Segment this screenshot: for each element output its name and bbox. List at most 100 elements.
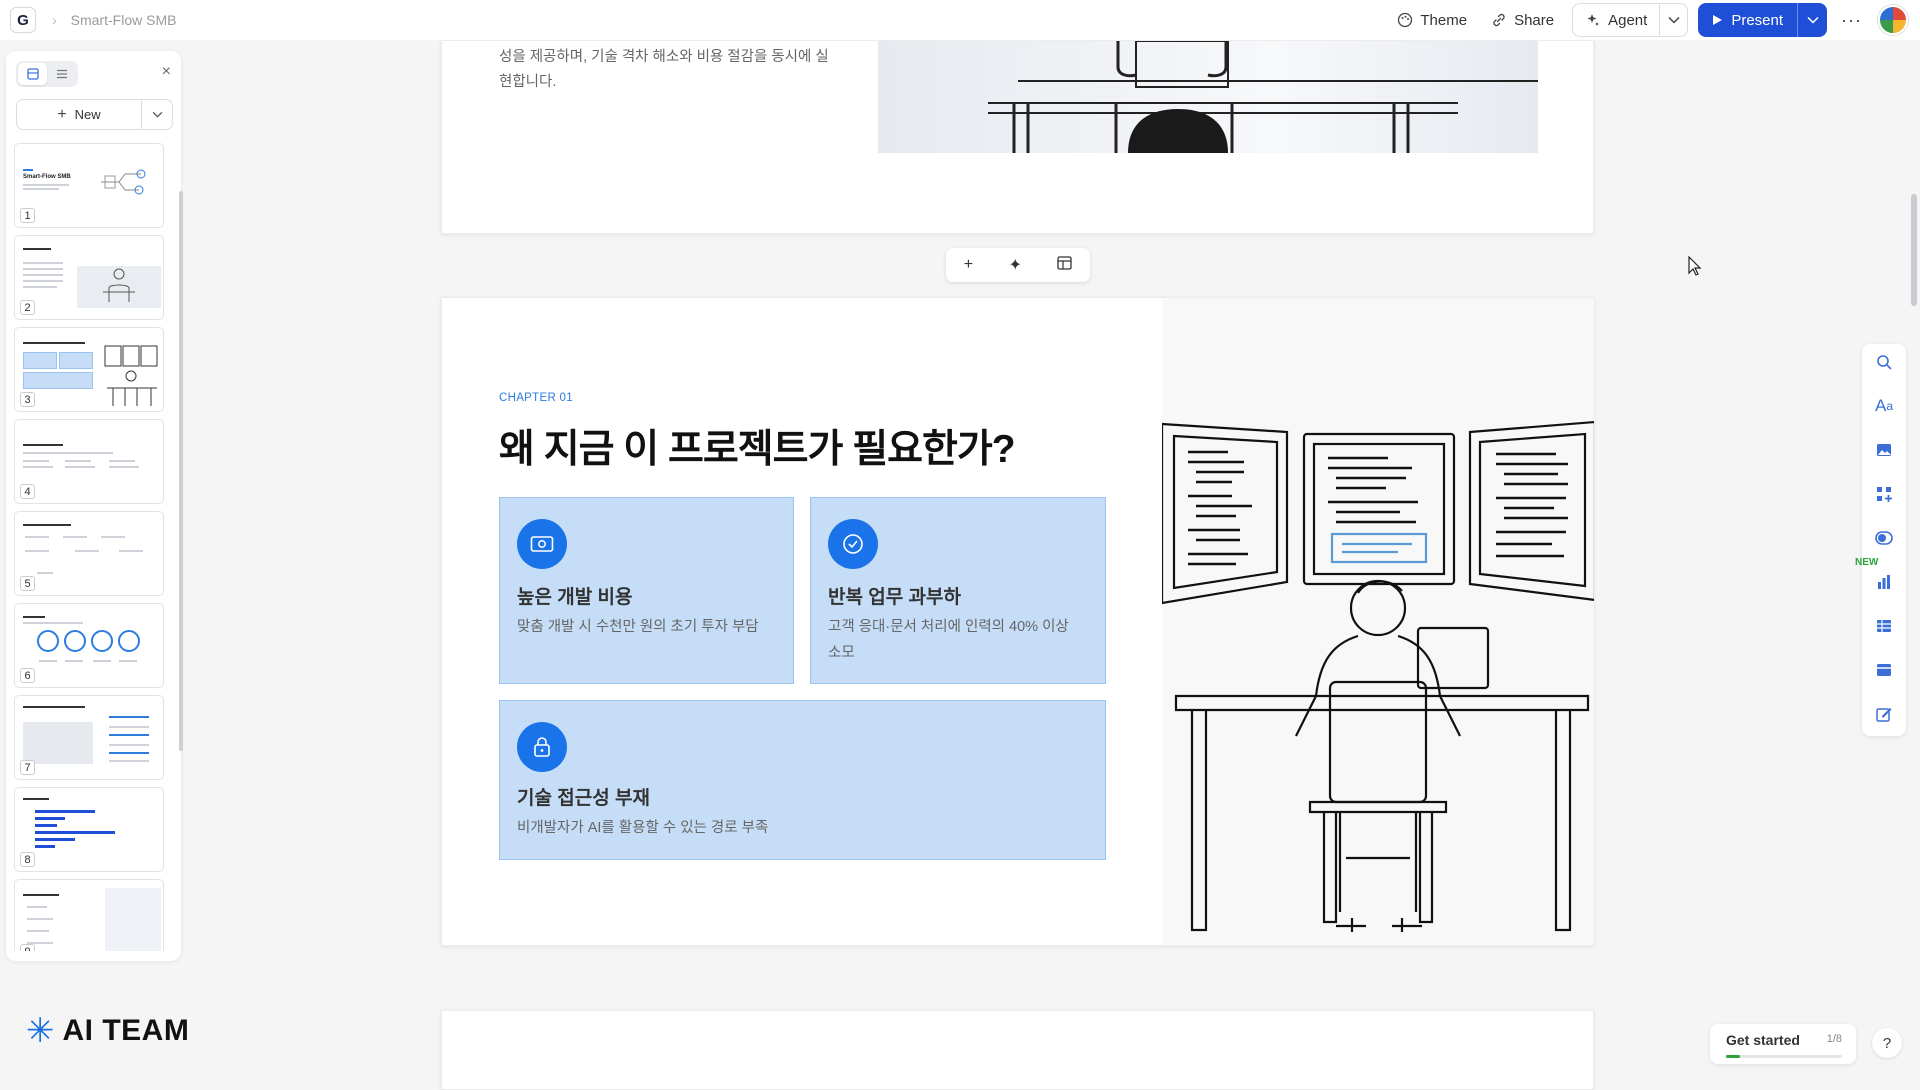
new-slide-button[interactable]: + New [17, 100, 142, 129]
reason-card-2[interactable]: 반복 업무 과부하 고객 응대·문서 처리에 인력의 40% 이상 소모 [810, 497, 1106, 684]
edit-icon[interactable] [1862, 700, 1906, 728]
reason-card-1[interactable]: 높은 개발 비용 맞춤 개발 시 수천만 원의 초기 투자 부담 [499, 497, 794, 684]
thumb-text-line [27, 918, 53, 920]
sparkle-icon [1587, 14, 1600, 26]
thumb-title-bar [23, 706, 85, 708]
slide-text-line: 현합니다. [499, 74, 557, 90]
card-title: 반복 업무 과부하 [828, 587, 961, 608]
thumb-text-line [109, 460, 135, 462]
grid-view-button[interactable] [18, 63, 47, 85]
help-button[interactable]: ? [1872, 1028, 1902, 1058]
panel-scrollbar[interactable] [179, 191, 183, 751]
thumb-text-line [119, 660, 137, 662]
search-icon[interactable] [1862, 348, 1906, 376]
plus-icon: + [57, 105, 67, 123]
layout-block-icon[interactable] [1862, 656, 1906, 684]
view-toggle [16, 61, 78, 87]
thumb-text-line [23, 622, 83, 624]
user-avatar[interactable] [1878, 5, 1908, 35]
more-options-button[interactable]: ··· [1841, 10, 1862, 31]
slide-thumbnail-2[interactable]: 2 [14, 235, 164, 320]
thumb-text-line [23, 274, 63, 276]
slide-number: 6 [20, 668, 35, 683]
chevron-down-icon [1668, 16, 1680, 24]
thumb-text-line [23, 280, 63, 282]
ai-generate-icon[interactable]: ✦ [1008, 255, 1021, 275]
share-button[interactable]: Share [1479, 4, 1566, 36]
slide-2[interactable]: 성을 제공하며, 기술 격차 해소와 비용 절감을 동시에 실 현합니다. [441, 40, 1594, 234]
progress-fill [1726, 1055, 1740, 1058]
list-view-button[interactable] [47, 63, 76, 85]
share-label: Share [1514, 11, 1555, 29]
thumb-title-bar [23, 524, 71, 526]
thumb-text-line [109, 734, 149, 736]
get-started-progress [1726, 1055, 1842, 1058]
slide-number: 9 [20, 944, 35, 951]
slide-illustration[interactable] [1160, 298, 1597, 945]
present-label: Present [1731, 11, 1784, 29]
thumb-text-line [109, 466, 139, 468]
close-panel-icon[interactable]: × [162, 63, 171, 81]
thumb-text-line [23, 268, 63, 270]
slide-thumbnail-9[interactable]: 9 [14, 879, 164, 951]
slide-thumbnail-8[interactable]: 8 [14, 787, 164, 872]
slide-4[interactable] [441, 1010, 1594, 1090]
slide-thumbnail-5[interactable]: 5 [14, 511, 164, 596]
slide-number: 7 [20, 760, 35, 775]
thumb-text-line [25, 550, 49, 552]
canvas-scrollbar[interactable] [1911, 194, 1917, 306]
card-description: 비개발자가 AI를 활용할 수 있는 경로 부족 [517, 820, 769, 836]
slide-image[interactable] [878, 40, 1538, 153]
slide-thumbnail-1[interactable]: Smart-Flow SMB 1 [14, 143, 164, 228]
agent-label: Agent [1608, 11, 1648, 29]
add-slide-icon[interactable]: + [964, 256, 973, 274]
thumb-title-bar [23, 894, 59, 896]
chapter-label: CHAPTER 01 [499, 392, 573, 404]
chart-icon[interactable] [1862, 568, 1906, 596]
thumb-text-line [93, 660, 111, 662]
slide-headline: 왜 지금 이 프로젝트가 필요한가? [499, 428, 1016, 471]
text-style-icon[interactable]: Aa [1862, 392, 1906, 420]
agent-dropdown-button[interactable] [1659, 4, 1687, 36]
theme-button[interactable]: Theme [1385, 4, 1479, 36]
developer-desk-illustration [1160, 420, 1597, 932]
document-title[interactable]: Smart-Flow SMB [71, 12, 177, 28]
slide-3[interactable]: CHAPTER 01 왜 지금 이 프로젝트가 필요한가? 높은 개발 비용 맞… [441, 297, 1597, 946]
thumb-text-line [109, 744, 149, 746]
thumb-text-line [23, 460, 49, 462]
table-icon[interactable] [1862, 612, 1906, 640]
slide-thumbnail-7[interactable]: 7 [14, 695, 164, 780]
reason-card-3[interactable]: 기술 접근성 부재 비개발자가 AI를 활용할 수 있는 경로 부족 [499, 700, 1106, 860]
image-icon[interactable] [1862, 436, 1906, 464]
thumb-bar [35, 817, 65, 820]
brand-logo: ✳ AI TEAM [26, 1014, 189, 1048]
thumb-bar [35, 845, 55, 848]
top-bar: G › Smart-Flow SMB Theme Share Agent Pre… [0, 0, 1920, 40]
apps-icon[interactable] [1862, 480, 1906, 508]
present-button[interactable]: Present [1698, 3, 1797, 37]
slide-thumbnail-list: Smart-Flow SMB 1 2 3 4 5 6 7 8 [14, 143, 174, 951]
thumb-text-line [109, 726, 149, 728]
get-started-label: Get started [1726, 1032, 1800, 1048]
thumb-text-line [23, 286, 57, 288]
new-label: New [74, 107, 101, 122]
thumb-text-line [27, 906, 47, 908]
slide-thumbnail-3[interactable]: 3 [14, 327, 164, 412]
layout-icon[interactable] [1057, 255, 1072, 275]
brand-name: AI TEAM [62, 1014, 190, 1047]
card-title: 기술 접근성 부재 [517, 788, 650, 809]
slide-thumbnail-4[interactable]: 4 [14, 419, 164, 504]
slide-body-text: 성을 제공하며, 기술 격차 해소와 비용 절감을 동시에 실 현합니다. [499, 45, 839, 95]
thumb-text-line [109, 760, 149, 762]
link-icon [1493, 13, 1505, 27]
app-logo[interactable]: G [10, 7, 36, 33]
agent-button[interactable]: Agent [1573, 4, 1659, 36]
thumb-title-bar [23, 444, 63, 446]
toggle-icon[interactable] [1862, 524, 1906, 552]
slide-thumbnail-6[interactable]: 6 [14, 603, 164, 688]
agent-button-group: Agent [1572, 3, 1689, 37]
present-dropdown-button[interactable] [1797, 3, 1827, 37]
thumb-bar [35, 831, 115, 834]
new-slide-dropdown[interactable] [142, 111, 172, 118]
get-started-widget[interactable]: Get started 1/8 [1710, 1024, 1856, 1064]
